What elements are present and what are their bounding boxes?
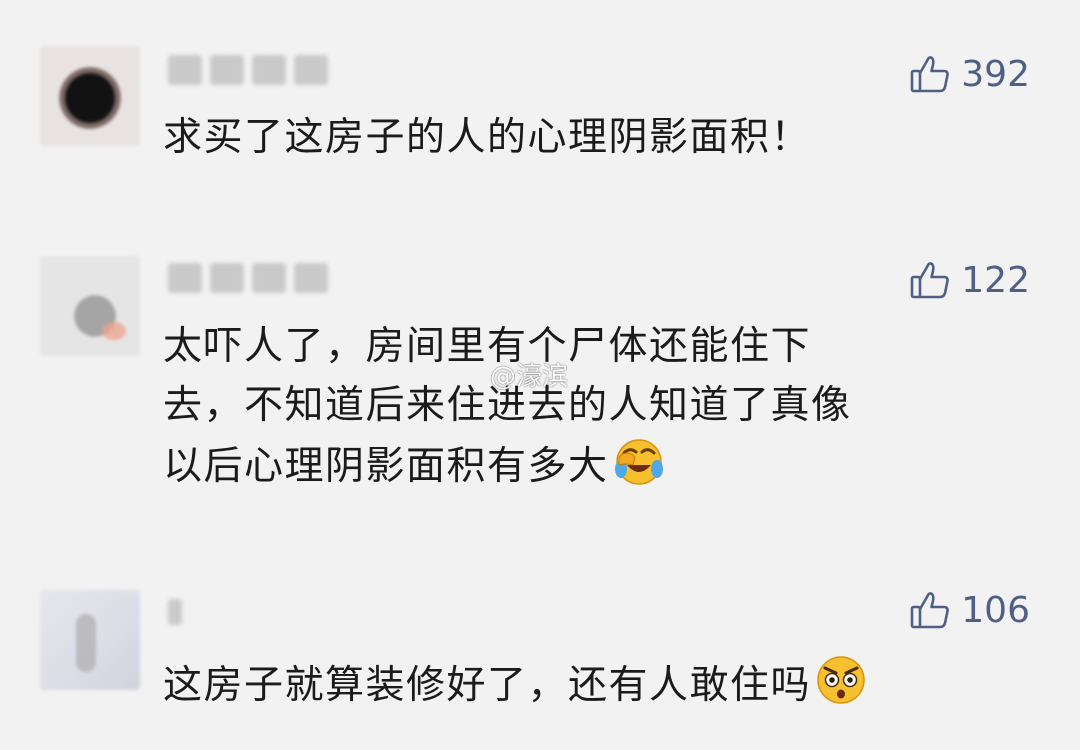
like-button[interactable]: 122 — [909, 254, 1030, 306]
thumbs-up-icon — [909, 53, 951, 95]
comment-text: 求买了这房子的人的心理阴影面积！ — [163, 108, 1003, 167]
nickname-blurred[interactable] — [168, 596, 182, 628]
avatar[interactable] — [40, 590, 140, 690]
comment-line: 这房子就算装修好了，还有人敢住吗 — [163, 663, 812, 708]
like-button[interactable]: 106 — [909, 584, 1030, 636]
comment-list: 392 求买了这房子的人的心理阴影面积！ 122 太吓人了，房间里有个尸体还能住… — [0, 0, 1080, 750]
nickname-blurred[interactable] — [168, 262, 328, 294]
watermark: @濠滨 — [490, 362, 569, 392]
nickname-blurred[interactable] — [168, 54, 328, 86]
like-button[interactable]: 392 — [909, 48, 1030, 100]
comment-line: 求买了这房子的人的心理阴影面积！ — [163, 115, 812, 160]
comment-line: 去，不知道后来住进去的人知道了真像 — [163, 383, 852, 428]
like-count: 106 — [961, 589, 1030, 631]
comment-line-last: 以后心理阴影面积有多大 — [163, 435, 1003, 496]
thumbs-up-icon — [909, 259, 951, 301]
like-count: 392 — [961, 53, 1030, 95]
comment-text: 太吓人了，房间里有个尸体还能住下 去，不知道后来住进去的人知道了真像 以后心理阴… — [163, 317, 1003, 496]
shocked-face-emoji — [815, 654, 867, 706]
like-count: 122 — [961, 259, 1030, 301]
comment-text: 这房子就算装修好了，还有人敢住吗 — [163, 654, 1003, 715]
avatar[interactable] — [40, 256, 140, 356]
avatar[interactable] — [40, 46, 140, 146]
comment-line: 太吓人了，房间里有个尸体还能住下 — [163, 324, 812, 369]
comment-line: 以后心理阴影面积有多大 — [163, 444, 609, 489]
thumbs-up-icon — [909, 589, 951, 631]
crying-laughing-emoji — [613, 435, 665, 487]
